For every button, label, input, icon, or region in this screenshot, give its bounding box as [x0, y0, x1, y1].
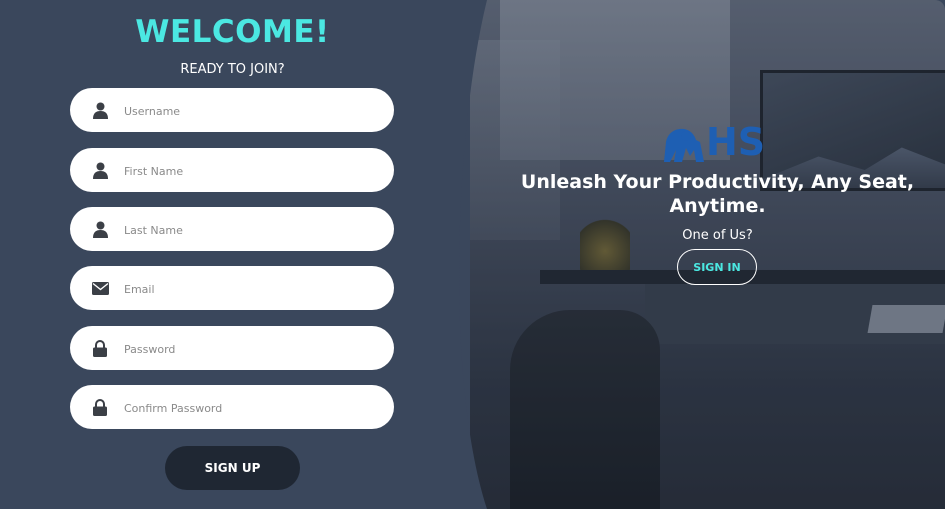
confirm-password-field[interactable] [70, 385, 394, 429]
sign-in-button[interactable]: SIGN IN [677, 249, 757, 285]
username-field[interactable] [70, 88, 394, 132]
last-name-field[interactable] [70, 207, 394, 251]
page-title: WELCOME! [135, 14, 330, 50]
gorilla-icon [664, 128, 704, 162]
envelope-icon [91, 278, 109, 298]
brand-logo: HS [660, 120, 770, 165]
signup-panel: WELCOME! READY TO JOIN? Username First N… [0, 0, 500, 509]
first-name-input[interactable] [122, 148, 381, 194]
confirm-password-input[interactable] [122, 385, 381, 431]
page-subtitle: READY TO JOIN? [180, 62, 285, 77]
email-input[interactable] [122, 266, 381, 312]
email-field[interactable] [70, 266, 394, 310]
first-name-field[interactable] [70, 148, 394, 192]
user-icon [91, 100, 109, 120]
user-icon [91, 160, 109, 180]
last-name-input[interactable] [122, 207, 381, 253]
password-field[interactable] [70, 326, 394, 370]
sign-up-button[interactable]: SIGN UP [165, 446, 300, 490]
hero-tagline: Unleash Your Productivity, Any Seat, Any… [520, 171, 915, 217]
logo-text: HS [706, 120, 766, 164]
lock-icon [91, 397, 109, 417]
password-input[interactable] [122, 326, 381, 372]
lock-icon [91, 338, 109, 358]
user-icon [91, 219, 109, 239]
username-input[interactable] [122, 88, 381, 134]
signin-prompt: One of Us? [682, 228, 753, 243]
